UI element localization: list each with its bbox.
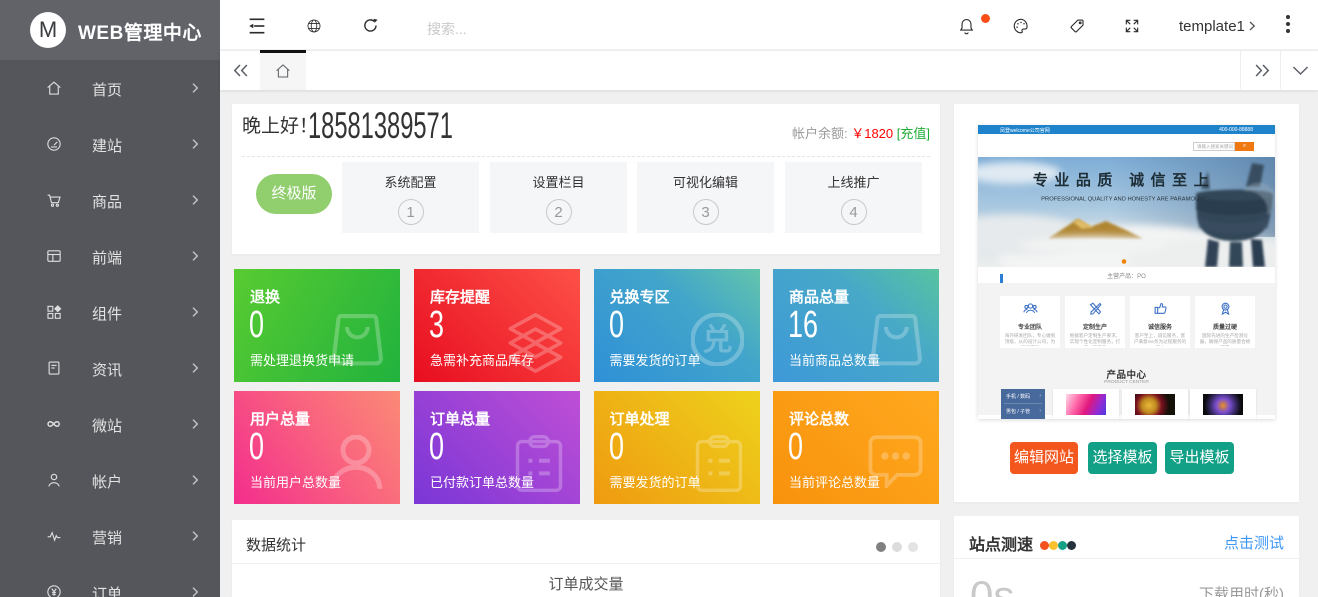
svg-text:专业品质 诚信至上: 专业品质 诚信至上 [1033, 171, 1215, 189]
svg-text:PROFESSIONAL QUALITY AND HONES: PROFESSIONAL QUALITY AND HONESTY ARE PAR… [1041, 197, 1207, 203]
svg-text:兑: 兑 [702, 323, 732, 357]
